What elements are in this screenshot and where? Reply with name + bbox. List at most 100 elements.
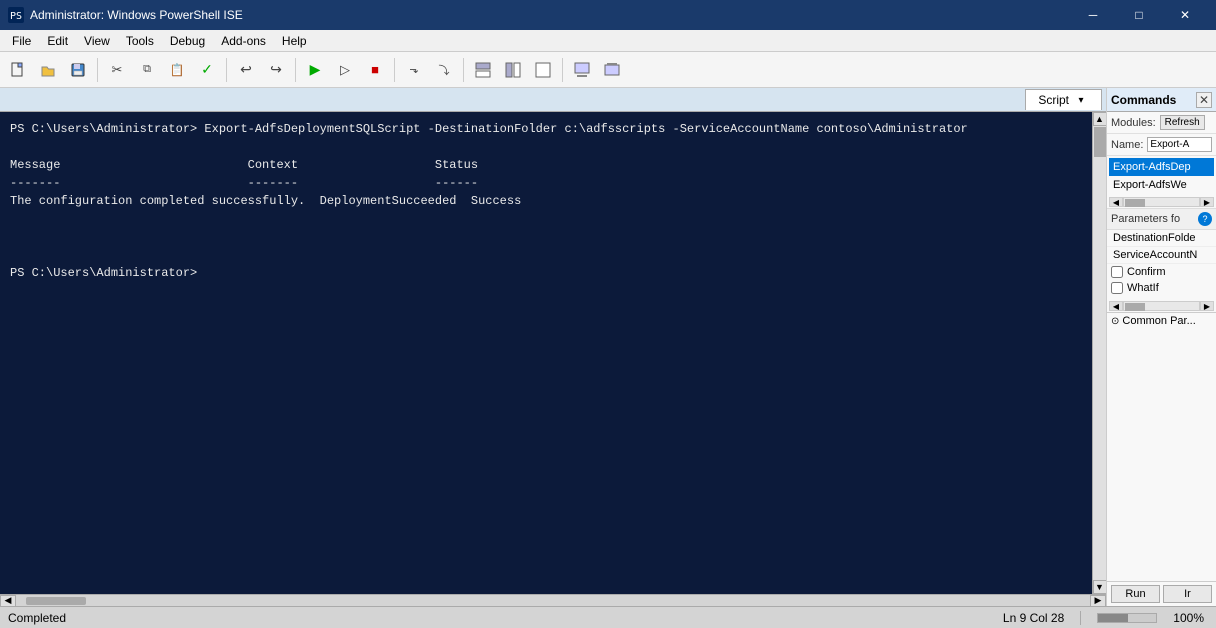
menu-view[interactable]: View — [76, 32, 118, 50]
commands-close-button[interactable]: ✕ — [1196, 92, 1212, 108]
run-copy-row: Run Ir — [1107, 581, 1216, 606]
run-button[interactable]: ▶ — [301, 56, 329, 84]
params-scroll-left[interactable]: ◀ — [1109, 301, 1123, 311]
run-selection-button[interactable]: ▷ — [331, 56, 359, 84]
list-item-0[interactable]: Export-AdfsDep — [1109, 158, 1214, 176]
refresh-button[interactable]: Refresh — [1160, 115, 1205, 130]
common-params-row: ⊙ Common Par... — [1107, 312, 1216, 329]
tab-dropdown-arrow[interactable]: ▾ — [1073, 92, 1089, 108]
paste-button[interactable]: 📋 — [163, 56, 191, 84]
script-tab-label: Script — [1038, 93, 1069, 107]
name-input[interactable] — [1147, 137, 1212, 152]
commands-title: Commands — [1111, 93, 1176, 107]
minimize-button[interactable]: ─ — [1070, 0, 1116, 30]
menu-edit[interactable]: Edit — [39, 32, 76, 50]
save-button[interactable] — [64, 56, 92, 84]
status-sep-1 — [1080, 611, 1081, 625]
title-bar: PS Administrator: Windows PowerShell ISE… — [0, 0, 1216, 30]
spacer — [1107, 329, 1216, 581]
close-button[interactable]: ✕ — [1162, 0, 1208, 30]
commands-panel: Commands ✕ Modules: Refresh Name: Export… — [1106, 88, 1216, 606]
zoom-slider[interactable] — [1097, 613, 1157, 623]
script-tab[interactable]: Script ▾ — [1025, 89, 1102, 110]
pane-script-top[interactable] — [469, 56, 497, 84]
menu-help[interactable]: Help — [274, 32, 315, 50]
params-help-button[interactable]: ? — [1198, 212, 1212, 226]
modules-row: Modules: Refresh — [1107, 112, 1216, 134]
cut-button[interactable]: ✂ — [103, 56, 131, 84]
status-text: Completed — [8, 611, 1003, 625]
ln-col-indicator: Ln 9 Col 28 — [1003, 611, 1064, 625]
zoom-level: 100% — [1173, 611, 1204, 625]
menu-file[interactable]: File — [4, 32, 39, 50]
vscroll-up-arrow[interactable]: ▲ — [1093, 112, 1107, 126]
toolbar-sep-2 — [226, 58, 227, 82]
zoom-in-button[interactable] — [598, 56, 626, 84]
status-bar: Completed Ln 9 Col 28 100% — [0, 606, 1216, 628]
run-command-button[interactable]: Run — [1111, 585, 1160, 603]
list-scroll-right[interactable]: ▶ — [1200, 197, 1214, 207]
main-area: Script ▾ PS C:\Users\Administrator> Expo… — [0, 88, 1216, 606]
maximize-button[interactable]: □ — [1116, 0, 1162, 30]
list-scroll-left[interactable]: ◀ — [1109, 197, 1123, 207]
vscroll-down-arrow[interactable]: ▼ — [1093, 580, 1107, 594]
params-scroll-thumb[interactable] — [1125, 303, 1145, 311]
toolbar-sep-1 — [97, 58, 98, 82]
console-content[interactable]: PS C:\Users\Administrator> Export-AdfsDe… — [0, 112, 1092, 594]
debug-step-over[interactable]: ⤵ — [430, 56, 458, 84]
whatif-label: WhatIf — [1127, 282, 1159, 294]
hscroll-right-arrow[interactable]: ▶ — [1090, 595, 1106, 607]
modules-label: Modules: — [1111, 117, 1156, 129]
params-scroll-right[interactable]: ▶ — [1200, 301, 1214, 311]
stop-button[interactable]: ■ — [361, 56, 389, 84]
list-hscroll-row: ◀ ▶ — [1107, 196, 1216, 208]
pane-full[interactable] — [529, 56, 557, 84]
param-service-account: ServiceAccountN — [1107, 247, 1216, 264]
debug-step-into[interactable]: ⬎ — [400, 56, 428, 84]
undo-button[interactable]: ↩ — [232, 56, 260, 84]
common-params-label: Common Par... — [1122, 315, 1195, 327]
new-button[interactable] — [4, 56, 32, 84]
confirm-label: Confirm — [1127, 266, 1166, 278]
toolbar-sep-6 — [562, 58, 563, 82]
toolbar: ✂ ⧉ 📋 ✓ ↩ ↪ ▶ ▷ ■ ⬎ ⤵ — [0, 52, 1216, 88]
params-label: Parameters fo — [1111, 213, 1196, 225]
svg-text:PS: PS — [10, 11, 22, 22]
menu-addons[interactable]: Add-ons — [213, 32, 274, 50]
app-icon: PS — [8, 7, 24, 23]
console-outer: PS C:\Users\Administrator> Export-AdfsDe… — [0, 112, 1106, 594]
console-hscroll: ◀ ▶ — [0, 594, 1106, 606]
list-item-1[interactable]: Export-AdfsWe — [1109, 176, 1214, 194]
hscroll-thumb[interactable] — [26, 597, 86, 605]
toolbar-sep-4 — [394, 58, 395, 82]
list-scroll-track — [1123, 197, 1200, 207]
toolbar-sep-5 — [463, 58, 464, 82]
copy-button[interactable]: ⧉ — [133, 56, 161, 84]
confirm-checkbox[interactable] — [1111, 266, 1123, 278]
name-label: Name: — [1111, 139, 1143, 151]
open-button[interactable] — [34, 56, 62, 84]
whatif-checkbox[interactable] — [1111, 282, 1123, 294]
status-right: Ln 9 Col 28 100% — [1003, 611, 1208, 625]
menu-debug[interactable]: Debug — [162, 32, 213, 50]
window-controls: ─ □ ✕ — [1070, 0, 1208, 30]
copy-command-button[interactable]: Ir — [1163, 585, 1212, 603]
check-button[interactable]: ✓ — [193, 56, 221, 84]
vscroll-thumb[interactable] — [1094, 127, 1106, 157]
hscroll-left-arrow[interactable]: ◀ — [0, 595, 16, 607]
params-scroll-track — [1123, 301, 1200, 311]
pane-script-side[interactable] — [499, 56, 527, 84]
name-row: Name: — [1107, 134, 1216, 156]
commands-list: Export-AdfsDep Export-AdfsWe — [1107, 156, 1216, 196]
console-panel: Script ▾ PS C:\Users\Administrator> Expo… — [0, 88, 1106, 606]
list-scroll-thumb[interactable] — [1125, 199, 1145, 207]
params-hscroll-row: ◀ ▶ — [1107, 300, 1216, 312]
redo-button[interactable]: ↪ — [262, 56, 290, 84]
params-header: Parameters fo ? — [1107, 208, 1216, 230]
console-vscroll: ▲ ▼ — [1092, 112, 1106, 594]
window-title: Administrator: Windows PowerShell ISE — [30, 8, 1070, 22]
console-tab-bar: Script ▾ — [0, 88, 1106, 112]
confirm-checkbox-row: Confirm — [1107, 264, 1216, 280]
menu-tools[interactable]: Tools — [118, 32, 162, 50]
zoom-out-button[interactable] — [568, 56, 596, 84]
